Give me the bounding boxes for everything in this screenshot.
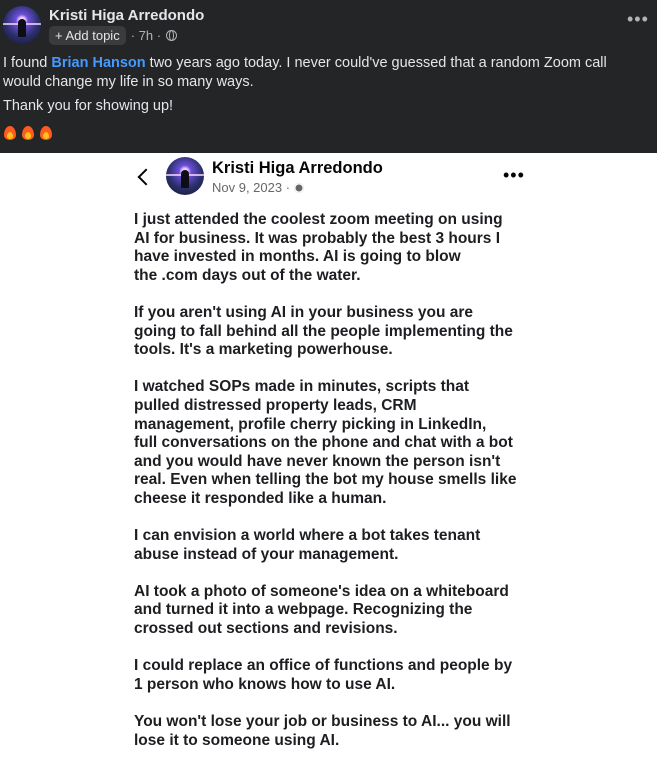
more-options-icon[interactable]: ••• [627,9,649,30]
screenshot-paragraph: If you aren't using AI in your business … [134,303,513,359]
screenshot-body: I just attended the coolest zoom meeting… [134,211,539,759]
emoji-row [3,124,53,141]
avatar[interactable] [3,6,41,44]
post-thanks-text: Thank you for showing up! [3,98,174,114]
post-time[interactable]: · 7h · [131,28,161,43]
back-icon [136,165,152,189]
globe-icon[interactable] [166,30,178,41]
post-meta: + Add topic · 7h · [49,26,178,45]
screenshot-author-name: Kristi Higa Arredondo [212,159,383,177]
more-icon: ••• [503,165,525,185]
avatar-figure [18,19,26,37]
screenshot-paragraph: I just attended the coolest zoom meeting… [134,211,503,284]
screenshot-paragraph: You won't lose your job or business to A… [134,713,511,749]
add-topic-button[interactable]: + Add topic [49,26,126,45]
post-text-part: I found [3,55,52,71]
gear-icon [294,182,305,193]
mention-link[interactable]: Brian Hanson [51,55,145,71]
screenshot-paragraph: I can envision a world where a bot takes… [134,527,481,563]
post-text: I found Brian Hanson two years ago today… [3,54,648,92]
avatar-figure [181,170,189,188]
screenshot-paragraph: I watched SOPs made in minutes, scripts … [134,378,517,507]
screenshot-avatar [166,157,204,195]
fire-icon [39,124,53,141]
screenshot-date: Nov 9, 2023 · [212,180,291,195]
screenshot-paragraph: I could replace an office of functions a… [134,657,513,693]
post-author-name[interactable]: Kristi Higa Arredondo [49,7,204,24]
facebook-post: Kristi Higa Arredondo + Add topic · 7h ·… [0,0,657,153]
fire-icon [3,124,17,141]
screenshot-meta: Nov 9, 2023 · [212,180,305,195]
screenshot-paragraph: AI took a photo of someone's idea on a w… [134,582,509,638]
embedded-post-screenshot[interactable]: Kristi Higa Arredondo Nov 9, 2023 · ••• … [114,153,544,759]
fire-icon [21,124,35,141]
